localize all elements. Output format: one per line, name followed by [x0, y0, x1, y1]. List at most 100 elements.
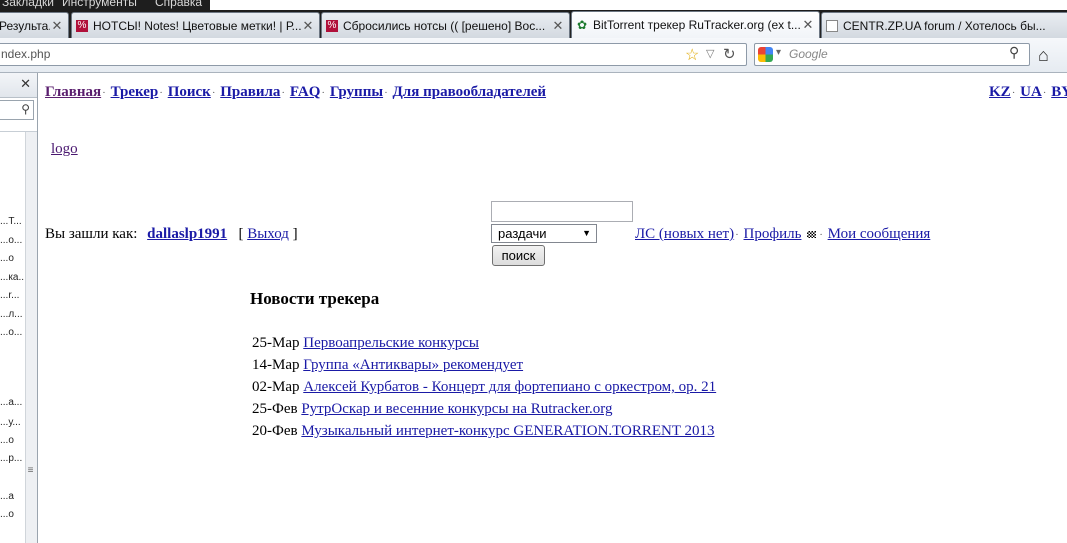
news-date: 14-Мар [252, 357, 300, 373]
sidebar-item[interactable]: ...л... [0, 309, 24, 320]
tab-rutracker[interactable]: ✿ BitTorrent трекер RuTracker.org (ex t.… [571, 11, 820, 38]
tab-strip: Результа... ✕ % НОТСЫ! Notes! Цветовые м… [0, 10, 1067, 38]
search-engine-dropdown-icon[interactable]: ▾ [776, 47, 781, 58]
menubar: Закладки Инструменты Справка [0, 0, 210, 10]
sidebar-item[interactable]: ...а [0, 491, 24, 502]
profile-link[interactable]: Профиль [744, 226, 802, 242]
lang-by-link[interactable]: BY [1051, 84, 1067, 100]
news-link[interactable]: Музыкальный интернет-конкурс GENERATION.… [301, 423, 714, 439]
sidebar-item[interactable]: ...T... [0, 216, 24, 227]
sidebar-item[interactable]: ...ка... [0, 272, 24, 283]
user-links: ЛС (новых нет)· Профиль · Мои сообщения [635, 226, 931, 242]
sidebar-item[interactable]: ...р... [0, 453, 24, 464]
scrollbar-grip-icon[interactable]: ≡ [25, 465, 36, 476]
lang-kz-link[interactable]: KZ [989, 84, 1011, 100]
tab-centr-forum[interactable]: CENTR.ZP.UA forum / Хотелось бы... [821, 12, 1067, 38]
tab-notes-reset[interactable]: % Сбросились нотсы (( [решено] Вос... ✕ [321, 12, 570, 38]
sidebar: ✕ ⚲ ...T... ...о... ...о ...ка... ...r..… [0, 73, 38, 543]
search-placeholder: Google [789, 47, 828, 61]
tab-label: НОТСЫ! Notes! Цветовые метки! | Р... [93, 18, 301, 33]
percent-icon: % [326, 19, 338, 32]
sidebar-search-input[interactable]: ⚲ [0, 100, 34, 120]
site-nav: Главная· Трекер· Поиск· Правила· FAQ· Гр… [45, 84, 547, 100]
sidebar-item[interactable]: ...о [0, 435, 24, 446]
tracker-search-input[interactable] [491, 201, 633, 222]
search-button[interactable]: поиск [492, 245, 545, 266]
tab-label: CENTR.ZP.UA forum / Хотелось бы... [843, 18, 1046, 33]
language-links: KZ· UA· BY [989, 84, 1067, 101]
news-date: 02-Мар [252, 379, 300, 395]
news-link[interactable]: РутрОскар и весенние конкурсы на Rutrack… [301, 401, 612, 417]
search-icon: ⚲ [21, 102, 30, 116]
close-icon[interactable]: ✕ [801, 17, 815, 33]
news-link[interactable]: Первоапрельские конкурсы [303, 335, 479, 351]
site-logo-link[interactable]: logo [51, 141, 78, 158]
nav-home-link[interactable]: Главная [45, 84, 101, 100]
news-list: 25-Мар Первоапрельские конкурсы 14-Мар Г… [252, 333, 716, 443]
nav-rightholders-link[interactable]: Для правообладателей [392, 84, 546, 100]
private-messages-link[interactable]: ЛС (новых нет) [635, 226, 734, 242]
search-icon[interactable]: ⚲ [1009, 45, 1019, 62]
nav-search-link[interactable]: Поиск [168, 84, 211, 100]
lang-ua-link[interactable]: UA [1020, 84, 1042, 100]
my-messages-link[interactable]: Мои сообщения [828, 226, 931, 242]
sidebar-item[interactable]: ...r... [0, 290, 24, 301]
url-dropdown-icon[interactable]: ▽ [706, 47, 714, 60]
username-link[interactable]: dallaslp1991 [147, 226, 227, 242]
sidebar-item[interactable]: ...о [0, 509, 24, 520]
url-bar[interactable]: ndex.php ☆ ▽ ↻ [0, 43, 747, 66]
tab-notes[interactable]: % НОТСЫ! Notes! Цветовые метки! | Р... ✕ [71, 12, 320, 38]
logged-in-info: Вы зашли как: dallaslp1991 [ Выход ] [45, 226, 298, 243]
news-date: 25-Фев [252, 401, 298, 417]
tab-label: Сбросились нотсы (( [решено] Вос... [343, 18, 546, 33]
sidebar-item[interactable]: ...о [0, 253, 24, 264]
list-item: 14-Мар Группа «Антиквары» рекомендует [252, 355, 716, 377]
page-content: Главная· Трекер· Поиск· Правила· FAQ· Гр… [37, 73, 1067, 543]
close-icon[interactable]: ✕ [50, 18, 64, 34]
google-logo-icon[interactable] [758, 47, 773, 62]
sidebar-item[interactable]: ...у... [0, 417, 24, 428]
news-title: Новости трекера [250, 289, 380, 308]
logged-in-label: Вы зашли как: [45, 226, 138, 242]
news-link[interactable]: Алексей Курбатов - Концерт для фортепиан… [303, 379, 716, 395]
news-date: 20-Фев [252, 423, 298, 439]
nav-toolbar: ndex.php ☆ ▽ ↻ ▾ Google ⚲ ⌂ [0, 38, 1067, 73]
sidebar-scrollbar[interactable] [25, 132, 37, 543]
percent-icon: % [76, 19, 88, 32]
tab-results[interactable]: Результа... ✕ [0, 12, 69, 38]
reload-icon[interactable]: ↻ [723, 45, 736, 64]
nav-faq-link[interactable]: FAQ [290, 84, 321, 100]
nav-tracker-link[interactable]: Трекер [111, 84, 159, 100]
news-link[interactable]: Группа «Антиквары» рекомендует [303, 357, 523, 373]
nav-rules-link[interactable]: Правила [220, 84, 280, 100]
profile-menu-icon[interactable] [807, 231, 817, 238]
menu-tools[interactable]: Инструменты [62, 0, 137, 9]
web-search-box[interactable]: ▾ Google ⚲ [754, 43, 1030, 66]
menu-help[interactable]: Справка [155, 0, 202, 9]
close-icon[interactable]: ✕ [20, 76, 31, 92]
news-date: 25-Мар [252, 335, 300, 351]
torrent-icon: ✿ [576, 18, 588, 32]
close-icon[interactable]: ✕ [551, 18, 565, 34]
search-scope-select[interactable]: раздачи ▼ [491, 224, 597, 243]
list-item: 25-Фев РутрОскар и весенние конкурсы на … [252, 399, 716, 421]
close-icon[interactable]: ✕ [301, 18, 315, 34]
search-scope-value: раздачи [498, 226, 547, 241]
page-icon [826, 19, 838, 32]
bookmark-star-icon[interactable]: ☆ [685, 45, 699, 65]
sidebar-item[interactable]: ...а... [0, 397, 24, 408]
list-item: 20-Фев Музыкальный интернет-конкурс GENE… [252, 421, 716, 443]
bracket-open: [ [230, 226, 244, 242]
sidebar-header: ✕ [0, 73, 37, 98]
sidebar-item[interactable]: ...о... [0, 327, 24, 338]
bracket-close: ] [292, 226, 298, 242]
dropdown-arrow-icon: ▼ [582, 228, 591, 238]
logout-link[interactable]: Выход [247, 226, 289, 242]
nav-groups-link[interactable]: Группы [330, 84, 383, 100]
url-text: ndex.php [1, 47, 51, 61]
list-item: 02-Мар Алексей Курбатов - Концерт для фо… [252, 377, 716, 399]
sidebar-item[interactable]: ...о... [0, 235, 24, 246]
menu-bookmarks[interactable]: Закладки [2, 0, 54, 9]
tab-label: Результа... [0, 18, 50, 33]
home-icon[interactable]: ⌂ [1038, 45, 1049, 66]
